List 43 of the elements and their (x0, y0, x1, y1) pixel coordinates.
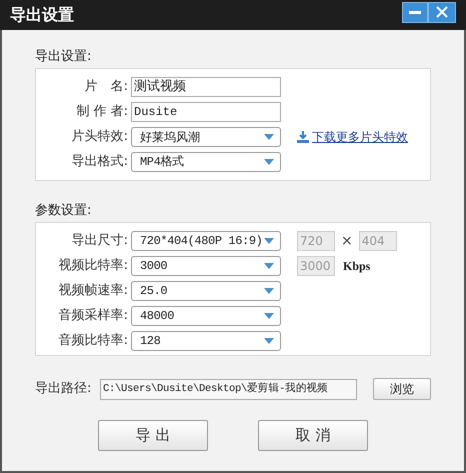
dropdown-arrow-icon (264, 238, 274, 244)
height-field: 404 (358, 231, 397, 251)
field-label: 音频比特率: (58, 332, 129, 350)
bitrate-field: 3000 (297, 256, 335, 276)
field-label: 导出尺寸: (70, 232, 129, 250)
path-field[interactable]: C:\Users\Dusite\Desktop\爱剪辑-我的视频 (100, 378, 357, 400)
times-sign: × (341, 232, 353, 250)
dropdown-arrow-icon (264, 263, 274, 269)
dropdown[interactable]: 720*404(480P 16:9) (131, 231, 281, 251)
browse-button[interactable]: 浏览 (373, 378, 431, 400)
field-label: 视频比特率: (58, 257, 129, 276)
width-field: 720 (297, 231, 335, 251)
dropdown-arrow-icon (264, 159, 274, 165)
section-heading: 参数设置: (35, 202, 92, 219)
section-heading: 导出设置: (35, 48, 92, 65)
unit-label: Kbps (343, 258, 370, 275)
text-field[interactable]: Dusite (131, 102, 281, 122)
window-title: 导出设置 (10, 4, 74, 26)
dropdown-arrow-icon (264, 288, 274, 294)
minimize-icon (409, 10, 421, 14)
dropdown[interactable]: 25.0 (131, 281, 281, 301)
dropdown-arrow-icon (264, 134, 274, 140)
field-label: 导出格式: (70, 153, 129, 172)
close-button[interactable] (428, 2, 456, 22)
cancel-button[interactable]: 取 消 (258, 420, 368, 451)
dropdown-arrow-icon (264, 338, 274, 344)
path-label: 导出路径: (35, 380, 92, 398)
field-label: 视频帧速率: (58, 282, 129, 300)
dropdown[interactable]: 48000 (131, 306, 281, 326)
dropdown[interactable]: MP4格式 (131, 152, 281, 172)
dropdown[interactable]: 好莱坞风潮 (131, 127, 281, 147)
dropdown[interactable]: 128 (131, 331, 281, 351)
download-icon (297, 131, 309, 143)
text-field[interactable]: 测试视频 (131, 77, 281, 97)
close-icon (436, 6, 448, 18)
field-label: 制 作 者: (75, 103, 129, 122)
dropdown-arrow-icon (264, 313, 274, 319)
export-button[interactable]: 导 出 (98, 420, 208, 451)
dropdown[interactable]: 3000 (131, 256, 281, 276)
field-label: 片 名: (84, 78, 129, 96)
minimize-button[interactable] (402, 2, 428, 22)
field-label: 音频采样率: (58, 307, 129, 326)
field-label: 片头特效: (70, 128, 129, 146)
